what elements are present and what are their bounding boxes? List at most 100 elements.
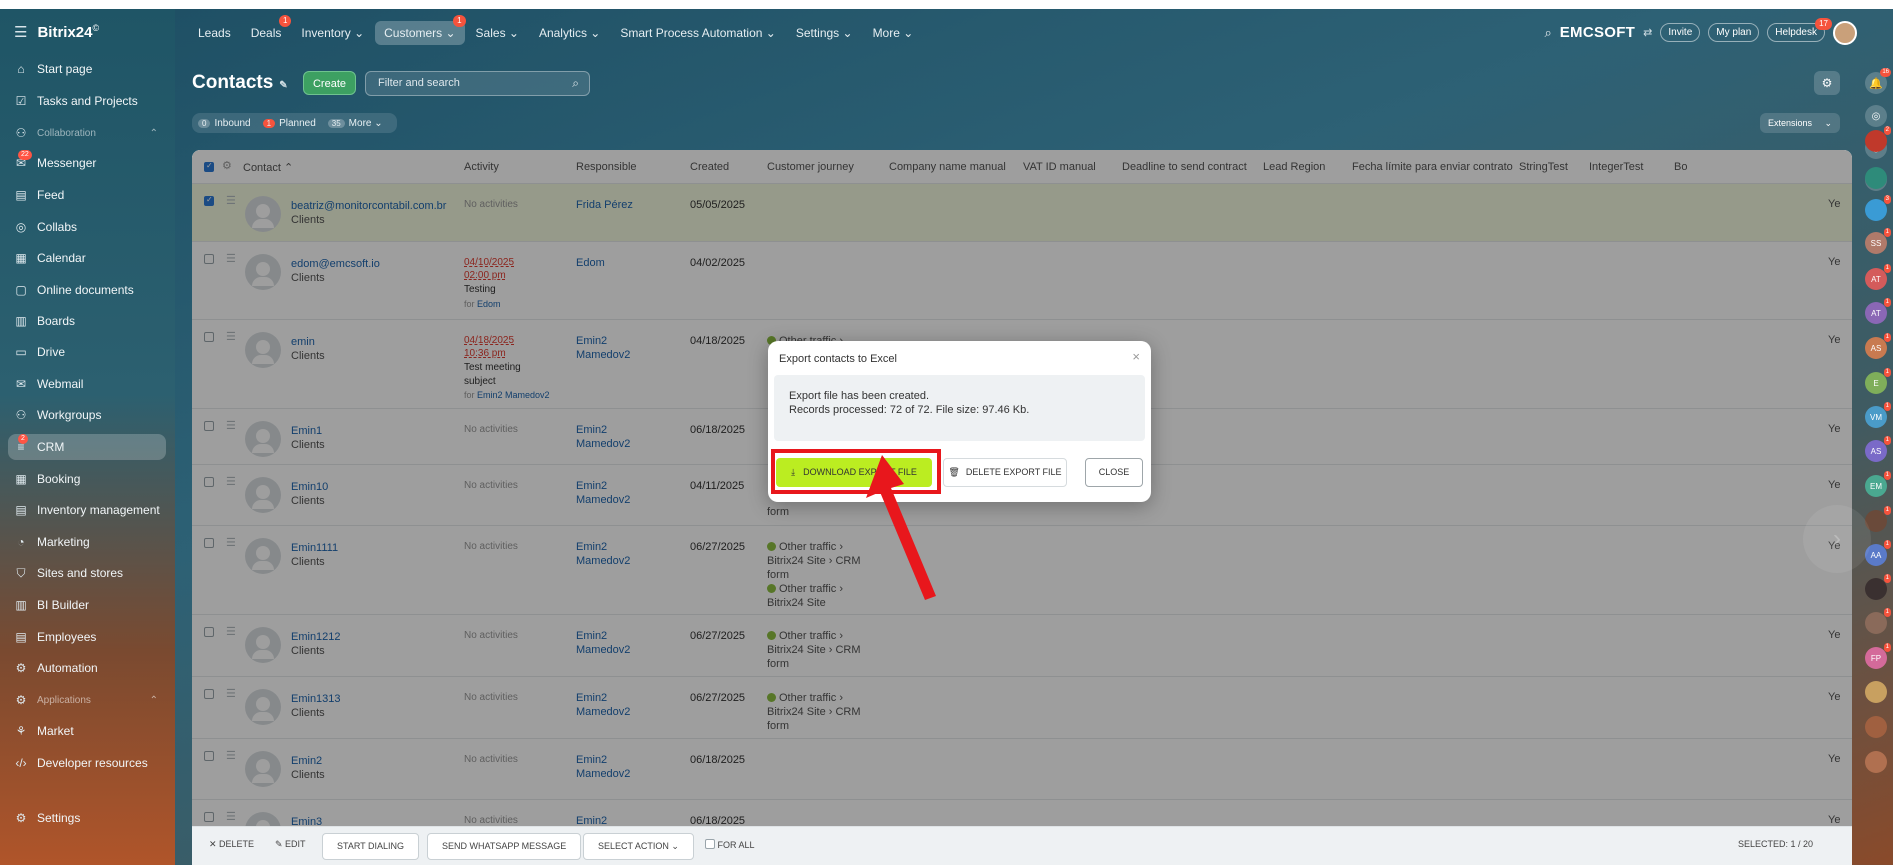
sidebar-item-start-page[interactable]: ⌂ Start page <box>8 56 166 82</box>
pin-icon[interactable]: ✎ <box>279 80 287 91</box>
nav-more[interactable]: More ⌄ <box>864 21 923 45</box>
helpdesk-button[interactable]: Helpdesk 17 <box>1767 18 1832 42</box>
sidebar-item-tasks-and-projects[interactable]: ☑ Tasks and Projects <box>8 88 166 114</box>
sidebar-item-feed[interactable]: ▤ Feed <box>8 182 166 208</box>
highlight-frame <box>771 449 941 494</box>
sidebar-item-crm[interactable]: ≡ 2 CRM <box>8 434 166 460</box>
delete-action[interactable]: ✕ DELETE <box>209 839 254 850</box>
search-input[interactable]: Filter and search ⌕ <box>365 71 590 96</box>
rail-contact-avatar[interactable]: 2 <box>1865 126 1891 152</box>
search-rail-icon[interactable]: ◎ <box>1865 105 1887 127</box>
rail-contact-avatar[interactable]: E1 <box>1865 368 1891 394</box>
rail-contact-avatar[interactable]: AT 1 <box>1865 298 1891 324</box>
sidebar-item-applications[interactable]: ⚙ Applications ⌃ <box>8 687 166 713</box>
sidebar-icon: ☑ <box>15 94 27 108</box>
sidebar-item-label: Inventory management <box>37 503 160 517</box>
rail-contact-avatar[interactable]: FP 1 <box>1865 643 1891 669</box>
switch-icon[interactable]: ⇄ <box>1643 26 1652 39</box>
nav-badge: 1 <box>453 14 466 27</box>
search-icon[interactable]: ⌕ <box>572 72 579 95</box>
menu-icon[interactable]: ☰ <box>14 23 27 41</box>
helpdesk-badge: 17 <box>1815 18 1832 30</box>
sidebar-item-inventory-management[interactable]: ▤ Inventory management <box>8 497 166 523</box>
rail-contact-avatar[interactable] <box>1865 716 1887 738</box>
dialog-message: Export file has been created. Records pr… <box>774 375 1145 441</box>
page-title: Contacts ✎ <box>192 72 288 93</box>
sidebar-item-developer-resources[interactable]: ‹/› Developer resources <box>8 750 166 776</box>
sidebar-item-label: Drive <box>37 345 66 359</box>
app-logo[interactable]: ☰ Bitrix24© <box>14 23 99 41</box>
create-button[interactable]: Create <box>303 71 356 95</box>
rail-contact-avatar[interactable]: 3 <box>1865 195 1891 221</box>
sidebar-item-messenger[interactable]: ✉ 22 Messenger <box>8 150 166 176</box>
select-action-dropdown[interactable]: SELECT ACTION ⌄ <box>583 833 694 860</box>
chevron-up-icon[interactable]: ⌃ <box>150 128 158 139</box>
scroll-right-arrow[interactable]: › <box>1803 505 1871 573</box>
sidebar-item-calendar[interactable]: ▦ Calendar <box>8 245 166 271</box>
sidebar-item-employees[interactable]: ▤ Employees <box>8 624 166 650</box>
notifications-icon[interactable]: 🔔 16 <box>1865 68 1891 94</box>
nav-deals[interactable]: Deals 1 <box>242 14 292 45</box>
sidebar-item-drive[interactable]: ▭ Drive <box>8 339 166 365</box>
search-icon[interactable]: ⌕ <box>1544 25 1551 41</box>
for-all-checkbox[interactable]: FOR ALL <box>705 839 755 850</box>
sidebar-icon: ⌂ <box>17 62 25 76</box>
sidebar-item-label: Applications <box>37 694 91 706</box>
nav-settings[interactable]: Settings ⌄ <box>787 21 862 45</box>
sidebar-icon: ▥ <box>15 598 27 612</box>
sidebar-item-sites-and-stores[interactable]: ⛉ Sites and stores <box>8 560 166 586</box>
filter-chip[interactable]: 35 More ⌄ <box>327 118 383 129</box>
sidebar-item-label: Collaboration <box>37 127 96 139</box>
filter-chip[interactable]: 1 Planned <box>262 118 316 129</box>
nav-inventory[interactable]: Inventory ⌄ <box>292 21 373 45</box>
rail-contact-avatar[interactable] <box>1865 751 1887 773</box>
sidebar-item-market[interactable]: ⚘ Market <box>8 718 166 744</box>
nav-analytics[interactable]: Analytics ⌄ <box>530 21 609 45</box>
nav-smart-process-automation[interactable]: Smart Process Automation ⌄ <box>611 21 784 45</box>
sidebar-item-bi-builder[interactable]: ▥ BI Builder <box>8 592 166 618</box>
filter-chip[interactable]: 0 Inbound <box>198 118 251 129</box>
start-dialing-button[interactable]: START DIALING <box>322 833 420 860</box>
sidebar-item-settings[interactable]: ⚙ Settings <box>8 805 166 831</box>
sidebar-item-boards[interactable]: ▥ Boards <box>8 308 166 334</box>
sidebar-item-workgroups[interactable]: ⚇ Workgroups <box>8 402 166 428</box>
sidebar-icon: ▢ <box>15 283 27 297</box>
company-name[interactable]: EMCSOFT <box>1560 24 1635 41</box>
invite-button[interactable]: Invite <box>1660 23 1701 42</box>
sidebar-icon: ‹/› <box>15 756 27 770</box>
settings-gear-button[interactable]: ⚙ <box>1814 71 1840 95</box>
sidebar-item-label: Feed <box>37 188 65 202</box>
sidebar-item-webmail[interactable]: ✉ Webmail <box>8 371 166 397</box>
rail-contact-avatar[interactable] <box>1865 167 1887 189</box>
sidebar-item-collaboration[interactable]: ⚇ Collaboration ⌃ <box>8 120 166 146</box>
sidebar-item-booking[interactable]: ▦ Booking <box>8 466 166 492</box>
delete-export-file-button[interactable]: 🗑 DELETE EXPORT FILE <box>943 458 1067 487</box>
edit-action[interactable]: ✎ EDIT <box>275 839 306 850</box>
rail-contact-avatar[interactable]: 1 <box>1865 608 1891 634</box>
rail-contact-avatar[interactable]: AS 1 <box>1865 333 1891 359</box>
rail-contact-avatar[interactable]: AS 1 <box>1865 436 1891 462</box>
sidebar-item-label: Webmail <box>37 377 84 391</box>
extensions-button[interactable]: Extensions ⌄ <box>1760 113 1840 133</box>
chevron-up-icon[interactable]: ⌃ <box>150 695 158 706</box>
rail-contact-avatar[interactable] <box>1865 681 1887 703</box>
rail-contact-avatar[interactable]: VM 1 <box>1865 402 1891 428</box>
sidebar-item-automation[interactable]: ⚙ Automation <box>8 655 166 681</box>
send-whatsapp-button[interactable]: SEND WHATSAPP MESSAGE <box>427 833 582 860</box>
nav-sales[interactable]: Sales ⌄ <box>467 21 528 45</box>
rail-contact-avatar[interactable]: SS 1 <box>1865 228 1891 254</box>
my-plan-button[interactable]: My plan <box>1708 23 1760 42</box>
sidebar-item-online-documents[interactable]: ▢ Online documents <box>8 277 166 303</box>
nav-customers[interactable]: Customers ⌄ 1 <box>375 14 466 45</box>
rail-contact-avatar[interactable]: 1 <box>1865 574 1891 600</box>
rail-contact-avatar[interactable]: EM 1 <box>1865 471 1891 497</box>
sidebar-item-collabs[interactable]: ◎ Collabs <box>8 214 166 240</box>
rail-contact-avatar[interactable]: AT 1 <box>1865 264 1891 290</box>
sidebar-item-marketing[interactable]: ◔ Marketing <box>8 529 166 555</box>
user-avatar[interactable] <box>1833 20 1857 45</box>
close-icon[interactable]: × <box>1132 349 1140 364</box>
left-sidebar: ☰ Bitrix24© ⌂ Start page ☑ Tasks and Projec… <box>0 9 175 865</box>
close-dialog-button[interactable]: CLOSE <box>1085 458 1143 487</box>
nav-leads[interactable]: Leads <box>189 21 240 45</box>
sidebar-icon: ▤ <box>15 188 27 202</box>
